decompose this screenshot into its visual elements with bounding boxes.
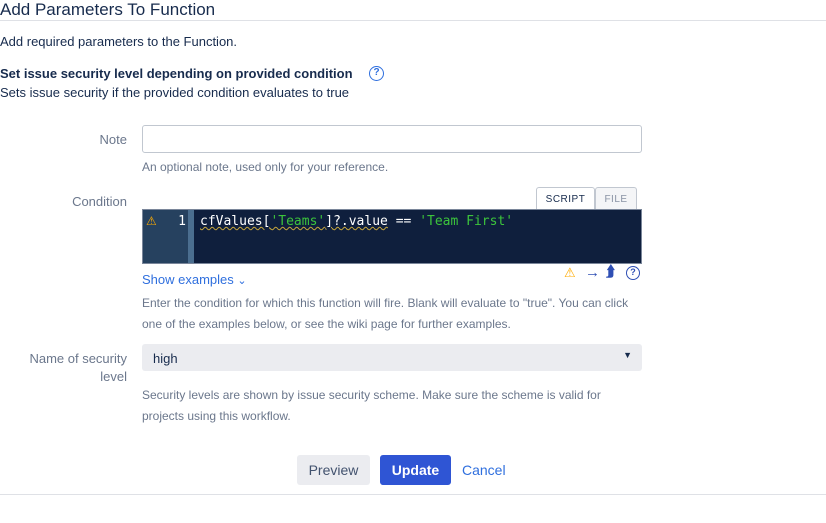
- page-title: Add Parameters To Function: [0, 0, 216, 19]
- note-help: An optional note, used only for your ref…: [142, 160, 389, 174]
- security-level-select[interactable]: high ▼: [142, 344, 642, 371]
- subtitle: Add required parameters to the Function.: [0, 34, 238, 49]
- script-editor[interactable]: ⚠ 1 cfValues['Teams']?.value == 'Team Fi…: [142, 209, 642, 264]
- help-icon[interactable]: ?: [626, 266, 640, 280]
- dropdown-caret-icon: ▼: [623, 350, 632, 360]
- warning-icon[interactable]: ⚠: [564, 265, 576, 281]
- preview-button[interactable]: Preview: [297, 455, 370, 485]
- note-input[interactable]: [142, 125, 642, 153]
- cancel-link[interactable]: Cancel: [462, 462, 506, 478]
- security-level-label: Name of security level: [29, 351, 127, 384]
- tab-script[interactable]: SCRIPT: [536, 187, 595, 210]
- function-description: Sets issue security if the provided cond…: [0, 85, 350, 100]
- condition-label: Condition: [72, 194, 127, 209]
- note-label: Note: [99, 132, 127, 147]
- condition-help: Enter the condition for which this funct…: [142, 296, 629, 331]
- arrow-right-icon[interactable]: →: [585, 264, 600, 281]
- tab-file[interactable]: FILE: [595, 187, 637, 210]
- warning-icon: ⚠: [146, 214, 157, 228]
- line-number: 1: [178, 214, 186, 229]
- show-examples-link[interactable]: Show examples ⌄: [142, 272, 247, 287]
- security-level-help: Security levels are shown by issue secur…: [142, 388, 601, 423]
- function-name: Set issue security level depending on pr…: [0, 66, 353, 81]
- update-button[interactable]: Update: [380, 455, 451, 485]
- divider: [0, 20, 826, 21]
- divider: [0, 494, 826, 495]
- code-line: cfValues['Teams']?.value == 'Team First': [200, 214, 514, 229]
- arrow-up-icon[interactable]: ⮭: [606, 263, 615, 280]
- editor-gutter: ⚠ 1: [143, 210, 188, 263]
- chevron-double-down-icon: ⌄: [237, 275, 247, 287]
- help-icon[interactable]: ?: [369, 66, 384, 81]
